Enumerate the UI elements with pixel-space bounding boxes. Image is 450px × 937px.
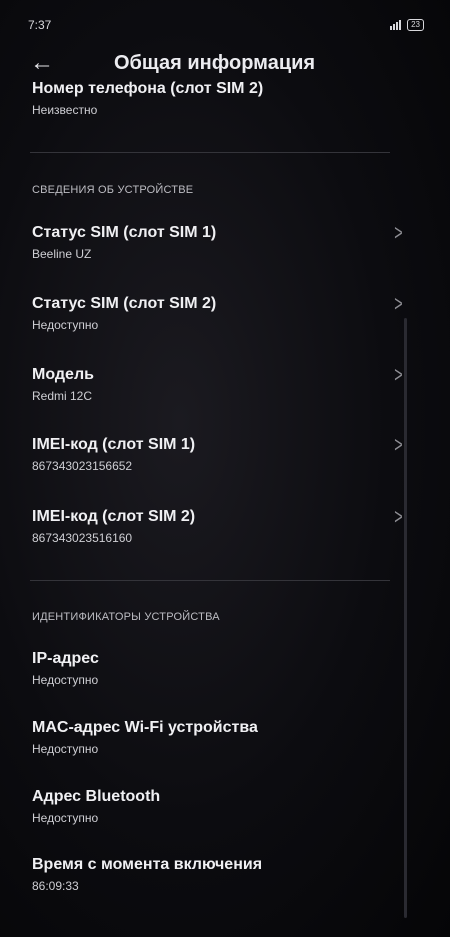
imei-sim1-item[interactable]: IMEI-код (слот SIM 1) 867343023156652 > — [32, 432, 403, 473]
item-value: Недоступно — [32, 673, 99, 687]
divider — [30, 152, 390, 153]
item-title: Номер телефона (слот SIM 2) — [32, 80, 264, 97]
status-bar: 7:37 23 — [28, 14, 424, 36]
item-title: Модель — [32, 366, 94, 383]
ip-address-item[interactable]: IP-адрес Недоступно — [32, 650, 400, 687]
chevron-right-icon: > — [394, 362, 403, 387]
page-title: Общая информация — [114, 51, 316, 74]
chevron-right-icon: > — [394, 220, 403, 245]
back-arrow-icon[interactable]: ← — [30, 50, 70, 76]
item-value: Неизвестно — [32, 103, 98, 117]
item-title: Адрес Bluetooth — [32, 788, 161, 805]
sim2-status-item[interactable]: Статус SIM (слот SIM 2) Недоступно > — [32, 291, 403, 332]
item-value: 867343023516160 — [32, 531, 133, 545]
item-value: Недоступно — [32, 742, 99, 756]
item-title: Статус SIM (слот SIM 1) — [32, 224, 217, 241]
item-title: IP-адрес — [32, 650, 99, 667]
divider — [30, 580, 390, 581]
status-time: 7:37 — [28, 18, 52, 32]
status-icons: 23 — [390, 19, 424, 31]
wifi-mac-item[interactable]: MAC-адрес Wi-Fi устройства Недоступно — [32, 719, 400, 756]
phone-number-sim2-item[interactable]: Номер телефона (слот SIM 2) Неизвестно — [32, 80, 400, 117]
chevron-right-icon: > — [394, 291, 403, 316]
item-title: Статус SIM (слот SIM 2) — [32, 295, 217, 312]
section-header-device-ids: ИДЕНТИФИКАТОРЫ УСТРОЙСТВА — [32, 611, 220, 623]
phone-screen: 7:37 23 ← Общая информация Номер телефон… — [0, 0, 450, 937]
uptime-item[interactable]: Время с момента включения 86:09:33 — [32, 856, 400, 893]
bluetooth-address-item[interactable]: Адрес Bluetooth Недоступно — [32, 788, 400, 825]
signal-icon — [390, 20, 402, 30]
scrollbar[interactable] — [404, 318, 407, 918]
item-value: Недоступно — [32, 811, 99, 825]
item-title: IMEI-код (слот SIM 2) — [32, 508, 196, 525]
item-title: Время с момента включения — [32, 856, 263, 873]
chevron-right-icon: > — [394, 504, 403, 529]
item-title: IMEI-код (слот SIM 1) — [32, 436, 196, 453]
item-value: Redmi 12C — [32, 389, 93, 403]
sim1-status-item[interactable]: Статус SIM (слот SIM 1) Beeline UZ > — [32, 220, 403, 261]
section-header-device-info: СВЕДЕНИЯ ОБ УСТРОЙСТВЕ — [32, 184, 194, 196]
battery-icon: 23 — [407, 19, 424, 31]
model-item[interactable]: Модель Redmi 12C > — [32, 362, 403, 403]
item-value: Недоступно — [32, 318, 99, 332]
item-value: 86:09:33 — [32, 879, 79, 893]
imei-sim2-item[interactable]: IMEI-код (слот SIM 2) 867343023516160 > — [32, 504, 403, 545]
item-value: 867343023156652 — [32, 459, 133, 473]
chevron-right-icon: > — [394, 432, 403, 457]
app-header: ← Общая информация — [30, 48, 420, 78]
item-title: MAC-адрес Wi-Fi устройства — [32, 719, 258, 736]
item-value: Beeline UZ — [32, 247, 92, 261]
